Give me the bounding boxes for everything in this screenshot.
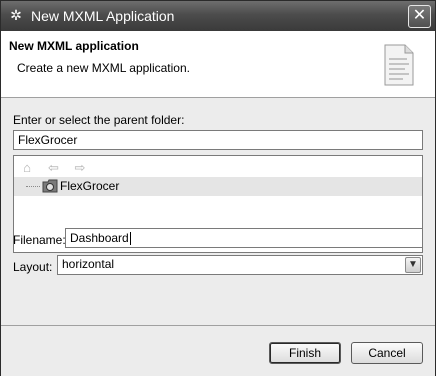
tree-item-flexgrocer[interactable]: FlexGrocer	[14, 177, 422, 196]
header-title: New MXML application	[9, 39, 139, 53]
close-icon: ✕	[412, 7, 427, 24]
title-bar[interactable]: ✲ New MXML Application ✕	[1, 1, 435, 31]
tree-toolbar: ⌂ ⇦ ⇨	[18, 159, 93, 175]
window-title: New MXML Application	[31, 8, 175, 24]
header-description: Create a new MXML application.	[17, 61, 190, 75]
home-icon[interactable]: ⌂	[18, 160, 36, 176]
filename-value: Dashboard	[70, 231, 129, 245]
dialog-window: ✲ New MXML Application ✕ New MXML applic…	[0, 0, 436, 376]
layout-selected-value: horizontal	[62, 257, 115, 271]
wizard-content: Enter or select the parent folder: FlexG…	[1, 98, 435, 324]
parent-folder-label: Enter or select the parent folder:	[13, 113, 185, 127]
project-folder-icon	[42, 179, 58, 193]
wizard-header: New MXML application Create a new MXML a…	[1, 31, 435, 98]
text-cursor	[129, 232, 131, 246]
layout-select[interactable]: horizontal ▼	[57, 255, 423, 275]
button-bar: Finish Cancel	[1, 325, 435, 376]
layout-label: Layout:	[13, 260, 53, 274]
flex-builder-icon: ✲	[10, 7, 22, 23]
finish-button[interactable]: Finish	[269, 342, 341, 364]
tree-connector	[26, 186, 40, 187]
chevron-down-icon[interactable]: ▼	[405, 257, 421, 273]
cancel-button[interactable]: Cancel	[351, 342, 423, 364]
close-button[interactable]: ✕	[408, 5, 431, 28]
filename-label: Filename:	[13, 233, 66, 247]
tree-item-label: FlexGrocer	[60, 179, 120, 193]
parent-folder-input[interactable]: FlexGrocer	[13, 130, 423, 150]
back-arrow-icon[interactable]: ⇦	[44, 160, 62, 176]
filename-input[interactable]: Dashboard	[65, 228, 423, 248]
document-icon	[384, 44, 414, 86]
forward-arrow-icon[interactable]: ⇨	[71, 160, 89, 176]
